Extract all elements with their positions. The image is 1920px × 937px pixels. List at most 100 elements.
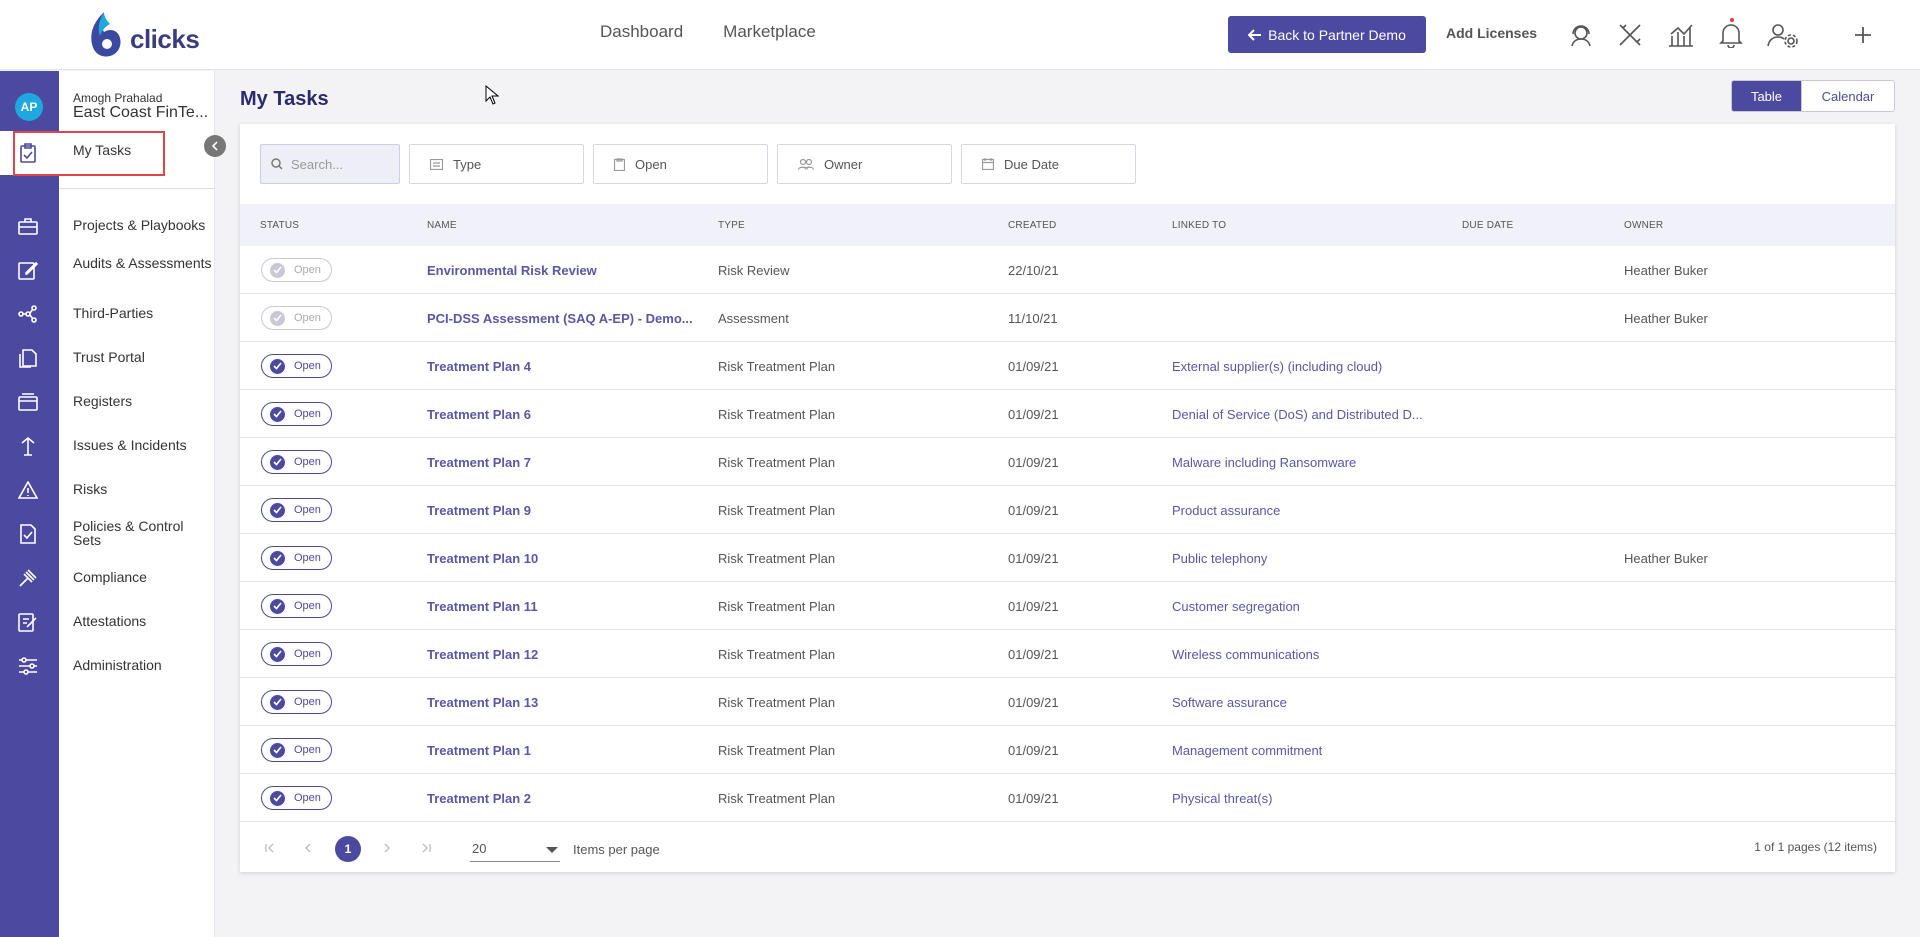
sidebar-item-attestations[interactable]: Attestations (73, 614, 213, 628)
linked-to-link[interactable]: Malware including Ransomware (1172, 455, 1356, 470)
avatar[interactable]: AP (15, 93, 43, 121)
task-name-link[interactable]: Treatment Plan 2 (427, 791, 531, 806)
sidebar-item-projects[interactable]: Projects & Playbooks (73, 218, 213, 232)
task-name-link[interactable]: Treatment Plan 4 (427, 359, 531, 374)
linked-to-link[interactable]: Product assurance (1172, 503, 1280, 518)
task-name-link[interactable]: PCI-DSS Assessment (SAQ A-EP) - Demo... (427, 311, 693, 326)
type-filter[interactable]: Type (409, 144, 584, 184)
status-badge[interactable]: Open (261, 786, 332, 810)
task-name-link[interactable]: Treatment Plan 12 (427, 647, 538, 662)
table-row[interactable]: Open Treatment Plan 9 Risk Treatment Plan 0… (240, 486, 1895, 534)
sidebar-item-issues[interactable]: Issues & Incidents (73, 438, 213, 452)
linked-to-link[interactable]: External supplier(s) (including cloud) (1172, 359, 1382, 374)
table-row[interactable]: Open Treatment Plan 2 Risk Treatment Plan 0… (240, 774, 1895, 822)
status-filter[interactable]: Open (593, 144, 768, 184)
sliders-icon[interactable] (17, 655, 39, 677)
attestation-sign-icon[interactable] (17, 611, 39, 633)
table-row[interactable]: Open Treatment Plan 4 Risk Treatment Plan 0… (240, 342, 1895, 390)
status-badge[interactable]: Open (261, 306, 332, 330)
task-name-link[interactable]: Treatment Plan 9 (427, 503, 531, 518)
collapse-sidebar-button[interactable] (204, 135, 226, 157)
nav-marketplace[interactable]: Marketplace (723, 22, 816, 42)
logo[interactable]: clicks (88, 10, 200, 60)
linked-to-link[interactable]: Public telephony (1172, 551, 1267, 566)
sidebar-item-trust-portal[interactable]: Trust Portal (73, 350, 213, 364)
table-row[interactable]: Open Treatment Plan 7 Risk Treatment Plan 0… (240, 438, 1895, 486)
task-name-link[interactable]: Environmental Risk Review (427, 263, 597, 278)
user-settings-icon[interactable] (1766, 18, 1800, 52)
table-row[interactable]: Open Treatment Plan 10 Risk Treatment Plan… (240, 534, 1895, 582)
status-badge[interactable]: Open (261, 450, 332, 474)
column-created[interactable]: CREATED (1008, 220, 1056, 231)
prev-page-icon[interactable] (304, 843, 312, 853)
status-badge[interactable]: Open (261, 594, 332, 618)
column-due-date[interactable]: DUE DATE (1462, 220, 1513, 231)
task-name-link[interactable]: Treatment Plan 1 (427, 743, 531, 758)
status-badge[interactable]: Open (261, 498, 332, 522)
notifications-bell-icon[interactable] (1714, 18, 1748, 52)
status-badge[interactable]: Open (261, 690, 332, 714)
organization-name[interactable]: East Coast FinTe... (73, 104, 213, 122)
column-owner[interactable]: OWNER (1624, 220, 1663, 231)
warning-triangle-icon[interactable] (17, 479, 39, 501)
next-page-icon[interactable] (383, 843, 391, 853)
briefcase-icon[interactable] (17, 215, 39, 237)
column-name[interactable]: NAME (427, 220, 457, 231)
table-row[interactable]: Open PCI-DSS Assessment (SAQ A-EP) - Demo… (240, 294, 1895, 342)
gavel-icon[interactable] (17, 567, 39, 589)
tools-icon[interactable] (1613, 18, 1647, 52)
task-name-link[interactable]: Treatment Plan 7 (427, 455, 531, 470)
column-status[interactable]: STATUS (260, 220, 299, 231)
current-page[interactable]: 1 (335, 836, 361, 862)
task-name-link[interactable]: Treatment Plan 6 (427, 407, 531, 422)
task-name-link[interactable]: Treatment Plan 13 (427, 695, 538, 710)
table-row[interactable]: Open Treatment Plan 13 Risk Treatment Plan… (240, 678, 1895, 726)
linked-to-link[interactable]: Physical threat(s) (1172, 791, 1272, 806)
linked-to-link[interactable]: Software assurance (1172, 695, 1287, 710)
column-type[interactable]: TYPE (718, 220, 745, 231)
policy-check-icon[interactable] (17, 523, 39, 545)
due-date-filter[interactable]: Due Date (961, 144, 1136, 184)
status-badge[interactable]: Open (261, 738, 332, 762)
back-to-partner-demo-button[interactable]: Back to Partner Demo (1228, 16, 1426, 53)
sidebar-item-policies[interactable]: Policies & Control Sets (73, 519, 213, 547)
search-input[interactable]: Search... (260, 144, 400, 184)
support-agent-icon[interactable] (1564, 18, 1598, 52)
owner-filter[interactable]: Owner (777, 144, 952, 184)
linked-to-link[interactable]: Management commitment (1172, 743, 1322, 758)
tab-calendar[interactable]: Calendar (1802, 80, 1895, 112)
sidebar-item-compliance[interactable]: Compliance (73, 570, 213, 584)
edit-form-icon[interactable] (17, 259, 39, 281)
task-name-link[interactable]: Treatment Plan 11 (427, 599, 538, 614)
analytics-chart-icon[interactable] (1664, 18, 1698, 52)
column-linked-to[interactable]: LINKED TO (1172, 220, 1226, 231)
last-page-icon[interactable] (421, 843, 431, 853)
linked-to-link[interactable]: Denial of Service (DoS) and Distributed … (1172, 407, 1423, 422)
sidebar-item-audits[interactable]: Audits & Assessments (73, 256, 213, 270)
status-badge[interactable]: Open (261, 354, 332, 378)
first-page-icon[interactable] (265, 843, 275, 853)
table-row[interactable]: Open Treatment Plan 11 Risk Treatment Plan… (240, 582, 1895, 630)
register-box-icon[interactable] (17, 391, 39, 413)
table-row[interactable]: Open Environmental Risk Review Risk Review… (240, 246, 1895, 294)
linked-to-link[interactable]: Customer segregation (1172, 599, 1300, 614)
add-licenses-link[interactable]: Add Licenses (1446, 25, 1537, 41)
table-row[interactable]: Open Treatment Plan 6 Risk Treatment Plan 0… (240, 390, 1895, 438)
table-row[interactable]: Open Treatment Plan 1 Risk Treatment Plan 0… (240, 726, 1895, 774)
page-size-select[interactable]: 20 (470, 836, 560, 862)
status-badge[interactable]: Open (261, 642, 332, 666)
tab-table[interactable]: Table (1731, 80, 1802, 112)
status-badge[interactable]: Open (261, 402, 332, 426)
sidebar-item-third-parties[interactable]: Third-Parties (73, 306, 213, 320)
nav-dashboard[interactable]: Dashboard (600, 22, 683, 42)
network-nodes-icon[interactable] (17, 303, 39, 325)
status-badge[interactable]: Open (261, 258, 332, 282)
task-name-link[interactable]: Treatment Plan 10 (427, 551, 538, 566)
sidebar-item-registers[interactable]: Registers (73, 394, 213, 408)
sidebar-item-risks[interactable]: Risks (73, 482, 213, 496)
portal-document-icon[interactable] (17, 347, 39, 369)
sidebar-item-administration[interactable]: Administration (73, 658, 213, 672)
add-plus-icon[interactable] (1846, 18, 1880, 52)
status-badge[interactable]: Open (261, 546, 332, 570)
table-row[interactable]: Open Treatment Plan 12 Risk Treatment Plan… (240, 630, 1895, 678)
